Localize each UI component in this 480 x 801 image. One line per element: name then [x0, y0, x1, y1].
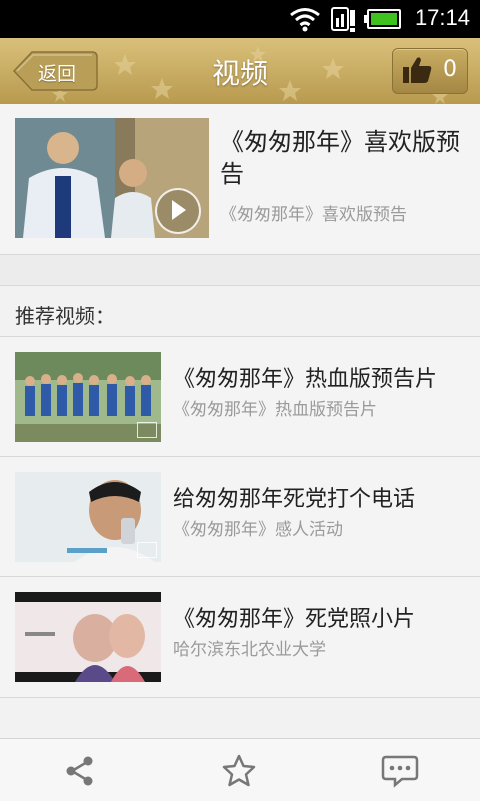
play-icon[interactable] — [155, 188, 201, 234]
comment-icon — [381, 755, 419, 788]
featured-video-thumbnail[interactable] — [15, 118, 209, 238]
wifi-icon — [290, 8, 320, 32]
video-play-icon — [137, 422, 157, 438]
share-button[interactable] — [60, 753, 100, 789]
featured-video-subtitle: 《匆匆那年》喜欢版预告 — [220, 205, 407, 225]
bottom-toolbar — [0, 738, 480, 801]
status-bar: 17:14 — [0, 0, 480, 38]
video-thumbnail[interactable] — [15, 352, 161, 442]
list-item[interactable]: 《匆匆那年》热血版预告片 《匆匆那年》热血版预告片 — [0, 336, 480, 457]
video-subtitle: 《匆匆那年》感人活动 — [173, 520, 343, 540]
like-button[interactable]: 0 — [392, 48, 468, 94]
title-bar: 返回 视频 0 — [0, 38, 480, 105]
thumbs-up-icon — [403, 57, 432, 83]
video-title: 《匆匆那年》热血版预告片 — [173, 367, 438, 392]
battery-icon — [364, 9, 401, 29]
signal-icon — [331, 7, 355, 32]
featured-video-title: 《匆匆那年》喜欢版预告 — [220, 128, 460, 188]
video-image — [15, 592, 161, 682]
section-divider — [0, 255, 480, 286]
list-item[interactable]: 《匆匆那年》死党照小片 哈尔滨东北农业大学 — [0, 576, 480, 698]
favorite-button[interactable] — [219, 753, 259, 789]
recommended-section-label: 推荐视频： — [15, 304, 115, 328]
featured-video[interactable]: 《匆匆那年》喜欢版预告 《匆匆那年》喜欢版预告 — [0, 104, 480, 255]
video-thumbnail[interactable] — [15, 592, 161, 682]
comment-button[interactable] — [380, 753, 420, 789]
clock: 17:14 — [414, 5, 470, 30]
list-item[interactable]: 给匆匆那年死党打个电话 《匆匆那年》感人活动 — [0, 456, 480, 577]
video-title: 给匆匆那年死党打个电话 — [173, 487, 416, 512]
video-subtitle: 哈尔滨东北农业大学 — [173, 640, 326, 660]
video-title: 《匆匆那年》死党照小片 — [173, 607, 416, 632]
video-subtitle: 《匆匆那年》热血版预告片 — [173, 400, 377, 420]
video-play-icon — [137, 542, 157, 558]
video-thumbnail[interactable] — [15, 472, 161, 562]
share-icon — [66, 756, 93, 786]
like-count: 0 — [443, 57, 457, 82]
star-icon — [222, 754, 256, 787]
